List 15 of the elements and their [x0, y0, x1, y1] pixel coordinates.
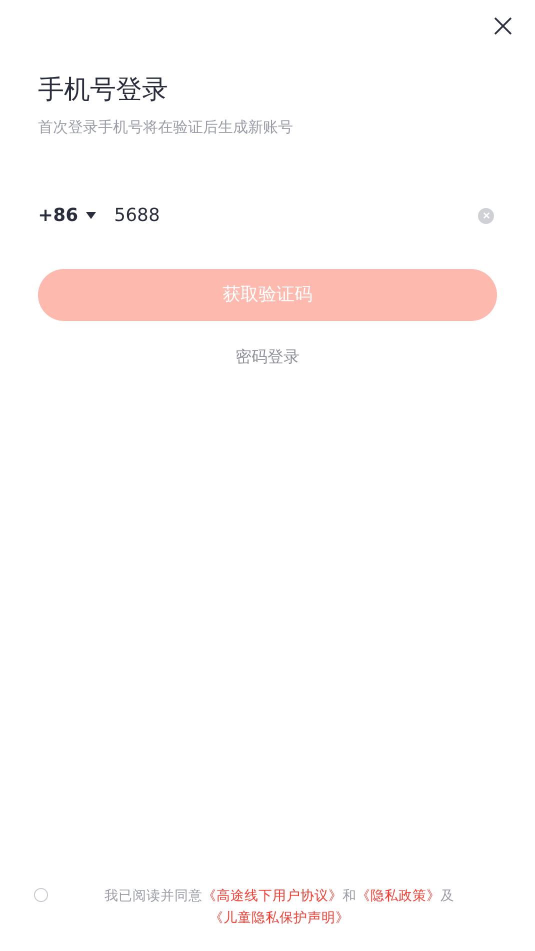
agreement-text: 我已阅读并同意《高途线下用户协议》和《隐私政策》及 《儿童隐私保护声明》	[104, 887, 456, 928]
policy-link[interactable]: 《儿童隐私保护声明》	[210, 910, 350, 926]
clear-button[interactable]	[478, 208, 494, 224]
policy-link[interactable]: 《隐私政策》	[356, 888, 440, 904]
close-icon	[493, 16, 513, 36]
phone-input-field[interactable]: 5688	[114, 202, 478, 229]
agree-checkbox[interactable]	[34, 888, 48, 902]
country-code-selector[interactable]: +86	[38, 202, 96, 229]
dropdown-caret-icon	[86, 212, 96, 219]
close-button[interactable]	[493, 16, 513, 36]
password-login-link[interactable]: 密码登录	[236, 344, 300, 368]
page-title: 手机号登录	[38, 74, 168, 107]
policy-link[interactable]: 《高途线下用户协议》	[202, 888, 342, 904]
subtitle: 首次登录手机号将在验证后生成新账号	[38, 117, 293, 138]
clear-icon	[482, 212, 490, 219]
